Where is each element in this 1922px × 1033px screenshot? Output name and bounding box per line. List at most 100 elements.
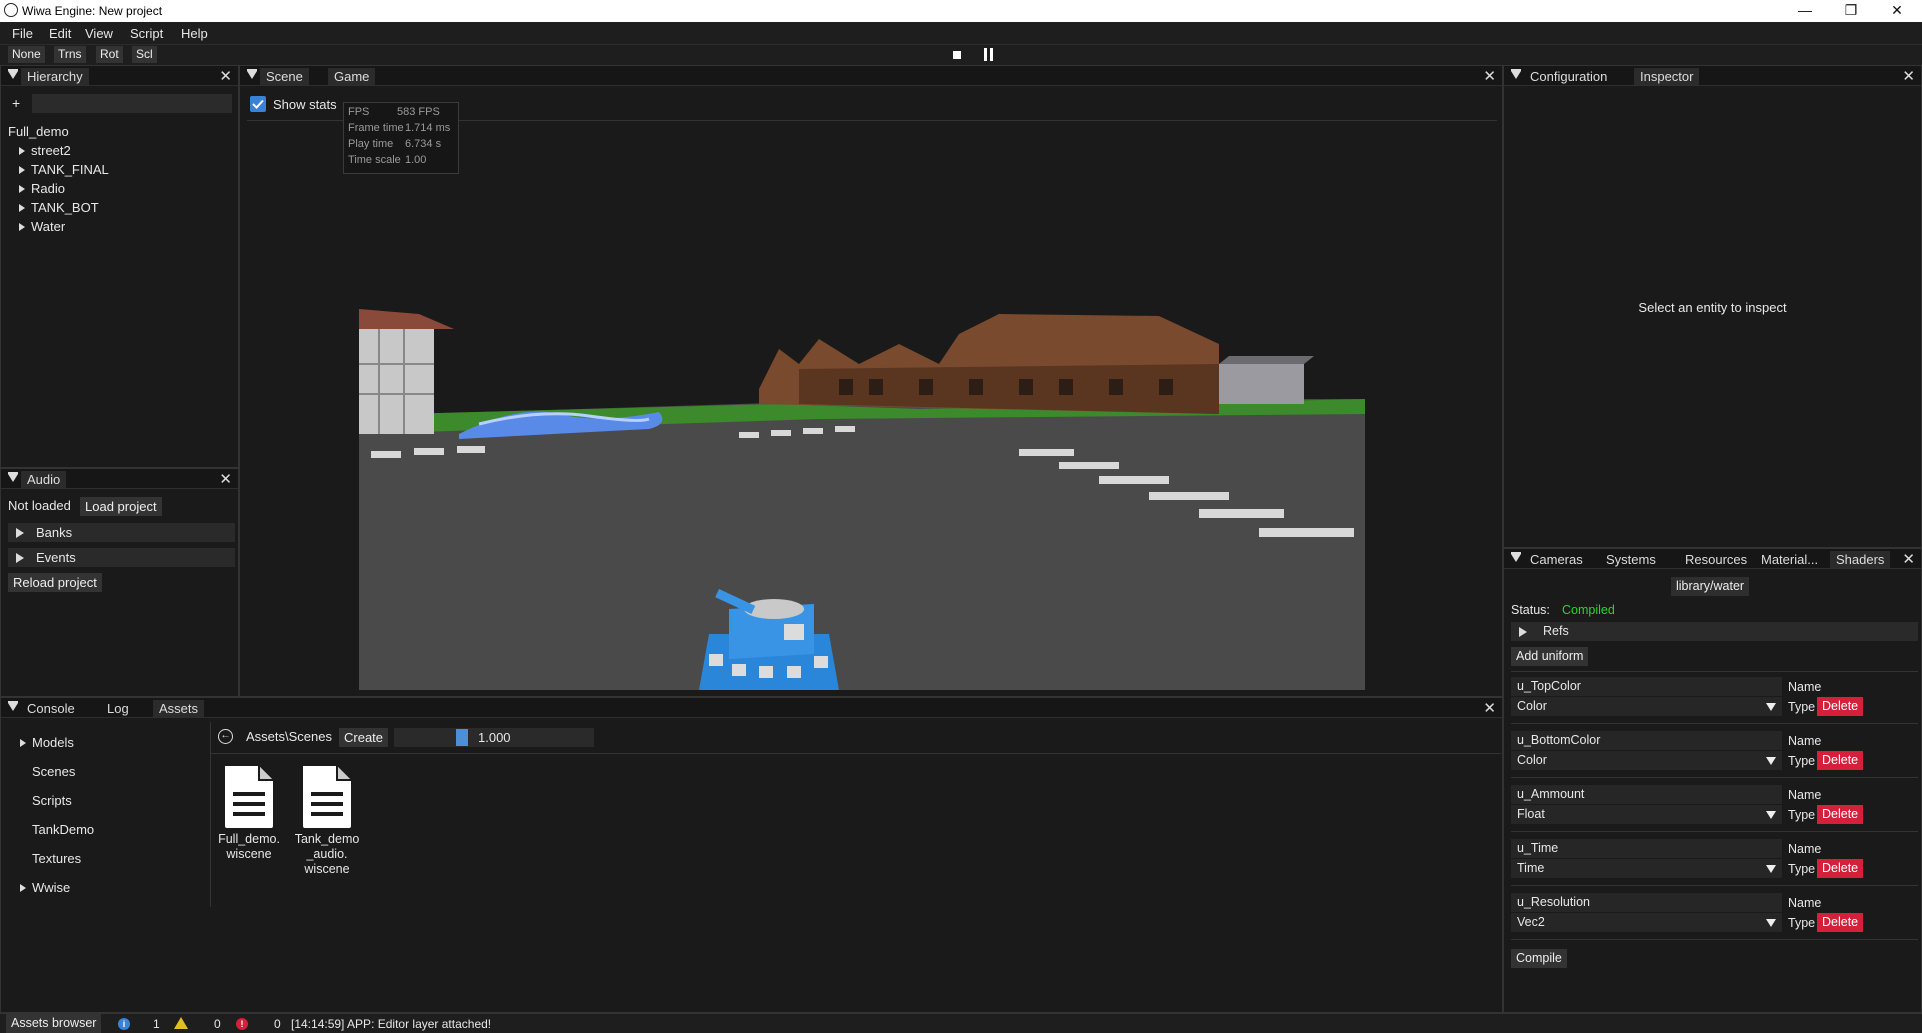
uniform-type-select[interactable]: Color (1511, 751, 1782, 770)
error-icon[interactable]: ! (236, 1018, 248, 1030)
delete-uniform-button[interactable]: Delete (1817, 697, 1864, 716)
tree-item[interactable]: Radio (19, 181, 65, 196)
folder-item[interactable]: TankDemo (32, 822, 94, 837)
refs-section[interactable]: Refs (1511, 622, 1918, 641)
events-section[interactable]: Events (8, 548, 235, 567)
banks-section[interactable]: Banks (8, 523, 235, 542)
close-icon[interactable]: ✕ (1483, 699, 1496, 717)
add-uniform-button[interactable]: Add uniform (1511, 647, 1589, 666)
file-item[interactable]: Tank_demo _audio. wiscene (291, 764, 363, 884)
folder-item[interactable]: Scenes (32, 764, 75, 779)
menu-view[interactable]: View (85, 26, 113, 41)
tree-item[interactable]: Water (19, 219, 65, 234)
close-icon[interactable]: ✕ (1483, 67, 1496, 85)
delete-uniform-button[interactable]: Delete (1817, 751, 1864, 770)
uniform-type-select[interactable]: Vec2 (1511, 913, 1782, 932)
collapse-icon[interactable] (8, 472, 18, 482)
folder-item[interactable]: Textures (32, 851, 81, 866)
close-icon[interactable]: ✕ (1902, 67, 1915, 85)
uniform-name-input[interactable]: u_Resolution (1511, 893, 1782, 912)
folder-item[interactable]: Scripts (32, 793, 72, 808)
mode-translate-button[interactable]: Trns (54, 46, 86, 63)
close-window-icon[interactable]: ✕ (1874, 0, 1920, 22)
delete-uniform-button[interactable]: Delete (1817, 859, 1864, 878)
divider (210, 722, 211, 907)
uniform-type-select[interactable]: Color (1511, 697, 1782, 716)
tab-console[interactable]: Console (21, 700, 81, 717)
uniform-name-input[interactable]: u_BottomColor (1511, 731, 1782, 750)
close-icon[interactable]: ✕ (1902, 550, 1915, 568)
assets-browser-button[interactable]: Assets browser (6, 1014, 102, 1033)
tree-item[interactable]: TANK_BOT (19, 200, 99, 215)
tab-audio[interactable]: Audio (21, 471, 67, 488)
collapse-icon[interactable] (8, 701, 18, 711)
uniform-name-input[interactable]: u_TopColor (1511, 677, 1782, 696)
hierarchy-root[interactable]: Full_demo (8, 124, 69, 139)
tab-assets[interactable]: Assets (153, 700, 205, 717)
tab-materials[interactable]: Material... (1755, 551, 1824, 568)
tab-scene[interactable]: Scene (260, 68, 309, 85)
stop-icon[interactable] (953, 51, 961, 59)
expand-arrow-icon[interactable] (19, 147, 25, 155)
collapse-icon[interactable] (1511, 69, 1521, 79)
uniform-name-input[interactable]: u_Time (1511, 839, 1782, 858)
load-project-button[interactable]: Load project (80, 497, 162, 516)
menu-edit[interactable]: Edit (49, 26, 71, 41)
close-icon[interactable]: ✕ (219, 470, 232, 488)
file-item[interactable]: Full_demo. wiscene (213, 764, 285, 874)
hierarchy-search-input[interactable] (32, 94, 232, 113)
uniform-type-select[interactable]: Time (1511, 859, 1782, 878)
name-label: Name (1788, 788, 1822, 802)
maximize-icon[interactable]: ❐ (1828, 0, 1874, 22)
tab-configuration[interactable]: Configuration (1524, 68, 1613, 85)
expand-arrow-icon[interactable] (20, 884, 26, 892)
expand-arrow-icon[interactable] (19, 204, 25, 212)
delete-uniform-button[interactable]: Delete (1817, 913, 1864, 932)
expand-arrow-icon[interactable] (19, 185, 25, 193)
name-label: Name (1788, 896, 1822, 910)
tab-hierarchy[interactable]: Hierarchy (21, 68, 89, 85)
warning-icon[interactable] (174, 1017, 188, 1029)
menu-script[interactable]: Script (130, 26, 163, 41)
show-stats-checkbox[interactable] (250, 96, 266, 112)
menu-file[interactable]: File (12, 26, 33, 41)
collapse-icon[interactable] (247, 69, 257, 79)
mode-scale-button[interactable]: Scl (132, 46, 157, 63)
expand-arrow-icon[interactable] (19, 223, 25, 231)
uniform-name-input[interactable]: u_Ammount (1511, 785, 1782, 804)
expand-arrow-icon[interactable] (19, 166, 25, 174)
add-entity-button[interactable]: + (12, 95, 20, 111)
close-icon[interactable]: ✕ (219, 67, 232, 85)
create-button[interactable]: Create (339, 728, 389, 747)
collapse-icon[interactable] (8, 69, 18, 79)
scene-viewport[interactable] (359, 304, 1365, 690)
type-label: Type (1788, 700, 1816, 714)
pause-icon[interactable] (984, 48, 987, 61)
minimize-icon[interactable]: — (1782, 0, 1828, 22)
tab-resources[interactable]: Resources (1679, 551, 1753, 568)
back-icon[interactable]: ← (218, 729, 233, 744)
mode-rotate-button[interactable]: Rot (96, 46, 123, 63)
delete-uniform-button[interactable]: Delete (1817, 805, 1864, 824)
reload-project-button[interactable]: Reload project (8, 573, 102, 592)
tab-shaders[interactable]: Shaders (1830, 551, 1891, 568)
tab-inspector[interactable]: Inspector (1634, 68, 1700, 85)
tab-game[interactable]: Game (328, 68, 376, 85)
compile-button[interactable]: Compile (1511, 949, 1567, 968)
collapse-icon[interactable] (1511, 552, 1521, 562)
expand-arrow-icon[interactable] (20, 739, 26, 747)
tree-item[interactable]: TANK_FINAL (19, 162, 109, 177)
mode-none-button[interactable]: None (8, 46, 45, 63)
uniform-type-select[interactable]: Float (1511, 805, 1782, 824)
menu-help[interactable]: Help (181, 26, 208, 41)
info-icon[interactable]: i (118, 1018, 130, 1030)
slider-handle[interactable] (456, 729, 468, 746)
tab-cameras[interactable]: Cameras (1524, 551, 1589, 568)
folder-item[interactable]: Models (20, 735, 74, 750)
tree-item[interactable]: street2 (19, 143, 71, 158)
zoom-slider[interactable]: 1.000 (394, 728, 594, 747)
tab-log[interactable]: Log (101, 700, 135, 717)
shader-name[interactable]: library/water (1671, 577, 1750, 596)
folder-item[interactable]: Wwise (20, 880, 70, 895)
tab-systems[interactable]: Systems (1600, 551, 1662, 568)
